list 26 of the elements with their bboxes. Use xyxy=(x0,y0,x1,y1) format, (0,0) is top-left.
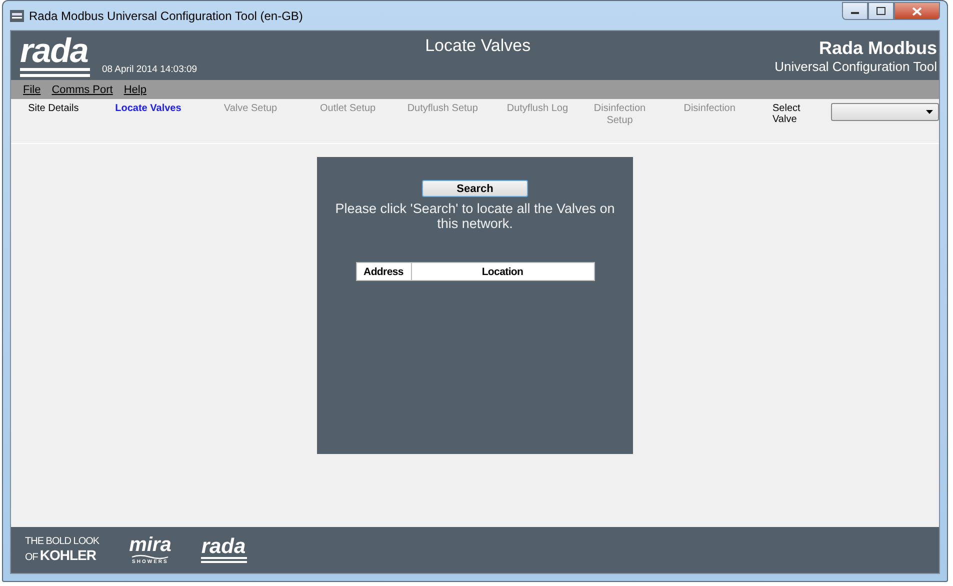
window-title: Rada Modbus Universal Configuration Tool (en-GB) xyxy=(29,8,303,22)
rada-logo: rada xyxy=(201,538,248,562)
select-valve-dropdown[interactable] xyxy=(831,103,940,121)
close-icon xyxy=(912,6,922,16)
kohler-logo: THE BOLD LOOK OF KOHLER xyxy=(25,537,100,563)
minimize-button[interactable] xyxy=(842,2,868,20)
instruction-text: Please click 'Search' to locate all the Valves on this network. xyxy=(334,201,616,231)
tab[interactable]: Site Details xyxy=(11,103,96,115)
maximize-icon xyxy=(876,7,886,15)
select-valve-label: Select Valve xyxy=(772,103,802,125)
date-time: 08 April 2014 14:03:09 xyxy=(102,64,198,75)
column-header: Location xyxy=(411,262,594,280)
caret-icon xyxy=(926,110,934,114)
close-button[interactable] xyxy=(894,2,940,20)
column-header: Address xyxy=(356,262,411,280)
maximize-button[interactable] xyxy=(868,2,894,20)
tab[interactable]: Locate Valves xyxy=(96,103,201,115)
search-button[interactable]: Search xyxy=(422,180,528,197)
menu-item[interactable]: Help xyxy=(120,84,154,96)
rada-logo: rada xyxy=(20,36,90,77)
app-icon xyxy=(10,10,24,22)
menu-item[interactable]: Comms Port xyxy=(48,84,120,96)
menu-item[interactable]: File xyxy=(19,84,48,96)
brand-title: Rada Modbus xyxy=(818,38,937,59)
brand-subtitle: Universal Configuration Tool xyxy=(774,59,937,74)
page-title: Locate Valves xyxy=(425,36,531,56)
